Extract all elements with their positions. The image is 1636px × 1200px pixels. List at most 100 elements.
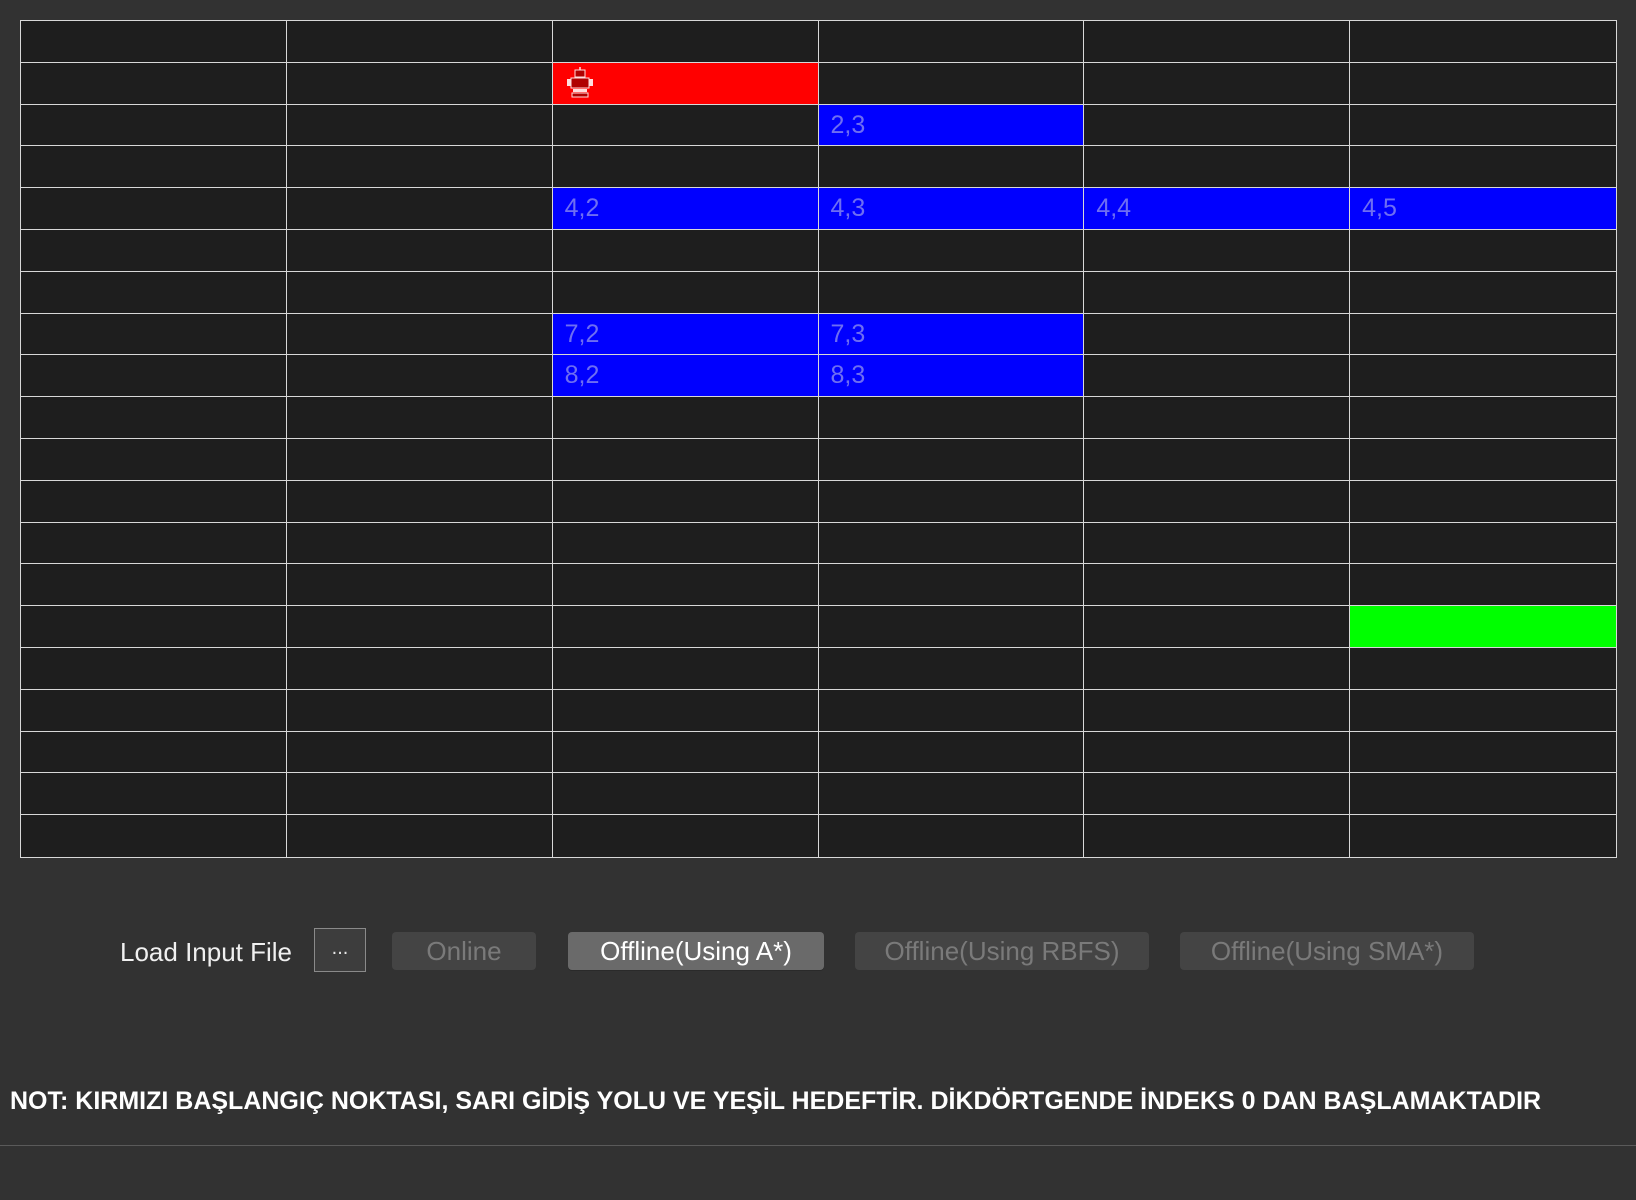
grid-cell[interactable] [1084,438,1351,481]
offline-rbfs-button[interactable]: Offline(Using RBFS) [855,932,1149,970]
wall-cell[interactable]: 7,2 [552,313,819,356]
grid-cell[interactable] [552,731,819,774]
grid-cell[interactable] [286,355,553,398]
grid-cell[interactable] [21,355,287,398]
grid-cell[interactable] [286,438,553,481]
grid-cell[interactable] [818,522,1085,565]
grid-cell[interactable] [552,689,819,732]
grid-cell[interactable] [286,188,553,230]
grid-cell[interactable] [21,815,287,857]
browse-file-button[interactable]: ... [314,928,366,972]
grid-cell[interactable] [21,689,287,732]
grid-cell[interactable] [552,21,819,63]
grid-cell[interactable] [286,647,553,690]
grid-cell[interactable] [1084,104,1351,147]
grid-cell[interactable] [286,313,553,356]
grid-cell[interactable] [552,606,819,648]
grid-cell[interactable] [21,313,287,356]
wall-cell[interactable]: 2,3 [818,104,1085,147]
grid-cell[interactable] [21,229,287,272]
grid-cell[interactable] [286,564,553,607]
grid-cell[interactable] [1084,355,1351,398]
grid-cell[interactable] [21,21,287,63]
grid-cell[interactable] [1350,648,1616,690]
grid-cell[interactable] [552,271,819,314]
grid-cell[interactable] [818,229,1085,272]
grid-cell[interactable] [21,647,287,690]
grid-cell[interactable] [553,815,819,857]
grid-cell[interactable] [1350,63,1616,105]
grid-cell[interactable] [286,606,553,648]
grid-cell[interactable] [818,647,1085,690]
grid-cell[interactable] [1084,480,1351,523]
grid-cell[interactable] [1350,732,1616,774]
grid-cell[interactable] [552,773,819,816]
grid-cell[interactable] [1350,21,1616,63]
grid-cell[interactable] [1084,146,1351,189]
grid-cell[interactable] [286,731,553,774]
grid-cell[interactable] [21,271,287,314]
grid-cell[interactable] [21,62,287,105]
grid-cell[interactable] [1084,689,1351,732]
grid-cell[interactable] [1084,397,1351,439]
grid-cell[interactable] [1084,815,1351,857]
grid-cell[interactable] [1084,62,1351,105]
grid-cell[interactable] [1350,272,1616,314]
grid-cell[interactable] [552,564,819,607]
grid-cell[interactable] [286,689,553,732]
grid-cell[interactable] [818,689,1085,732]
wall-cell[interactable]: 4,3 [818,188,1085,230]
grid-cell[interactable] [1084,21,1351,63]
grid-cell[interactable] [1084,313,1351,356]
grid-cell[interactable] [552,104,819,147]
wall-cell[interactable]: 4,4 [1084,188,1351,230]
grid-cell[interactable] [1350,523,1616,565]
grid-cell[interactable] [818,146,1085,189]
grid-cell[interactable] [286,480,553,523]
grid-cell[interactable] [818,564,1085,607]
grid-cell[interactable] [819,815,1085,857]
grid-cell[interactable] [286,21,553,63]
grid-cell[interactable] [1084,606,1351,648]
grid-cell[interactable] [552,229,819,272]
grid-cell[interactable] [552,438,819,481]
grid-cell[interactable] [21,104,287,147]
wall-cell[interactable]: 4,2 [552,188,819,230]
grid-cell[interactable] [21,564,287,607]
grid-cell[interactable] [818,731,1085,774]
grid-cell[interactable] [21,480,287,523]
wall-cell[interactable]: 7,3 [818,313,1085,356]
wall-cell[interactable]: 4,5 [1350,188,1616,230]
grid-cell[interactable] [1350,564,1616,607]
grid-cell[interactable] [552,522,819,565]
grid-cell[interactable] [818,62,1085,105]
offline-astar-button[interactable]: Offline(Using A*) [568,932,824,970]
grid-cell[interactable] [1350,146,1616,189]
grid-cell[interactable] [1350,230,1616,272]
grid-cell[interactable] [1350,105,1616,147]
grid-cell[interactable] [552,647,819,690]
grid-cell[interactable] [818,606,1085,648]
grid-cell[interactable] [286,773,553,816]
grid-cell[interactable] [818,21,1085,63]
grid-cell[interactable] [1084,647,1351,690]
grid-cell[interactable] [552,397,819,439]
start-cell[interactable] [552,62,819,105]
grid-cell[interactable] [552,480,819,523]
grid-cell[interactable] [21,606,287,648]
grid-cell[interactable] [286,397,553,439]
grid-cell[interactable] [1350,397,1616,439]
grid-cell[interactable] [21,773,287,816]
grid-cell[interactable] [1350,690,1616,732]
grid-cell[interactable] [286,271,553,314]
grid-cell[interactable] [286,522,553,565]
online-button[interactable]: Online [392,932,536,970]
grid-cell[interactable] [286,229,553,272]
grid-cell[interactable] [552,146,819,189]
grid-cell[interactable] [1084,522,1351,565]
grid-cell[interactable] [286,146,553,189]
grid-cell[interactable] [286,104,553,147]
offline-sma-button[interactable]: Offline(Using SMA*) [1180,932,1474,970]
grid-cell[interactable] [1350,481,1616,523]
grid-cell[interactable] [818,480,1085,523]
